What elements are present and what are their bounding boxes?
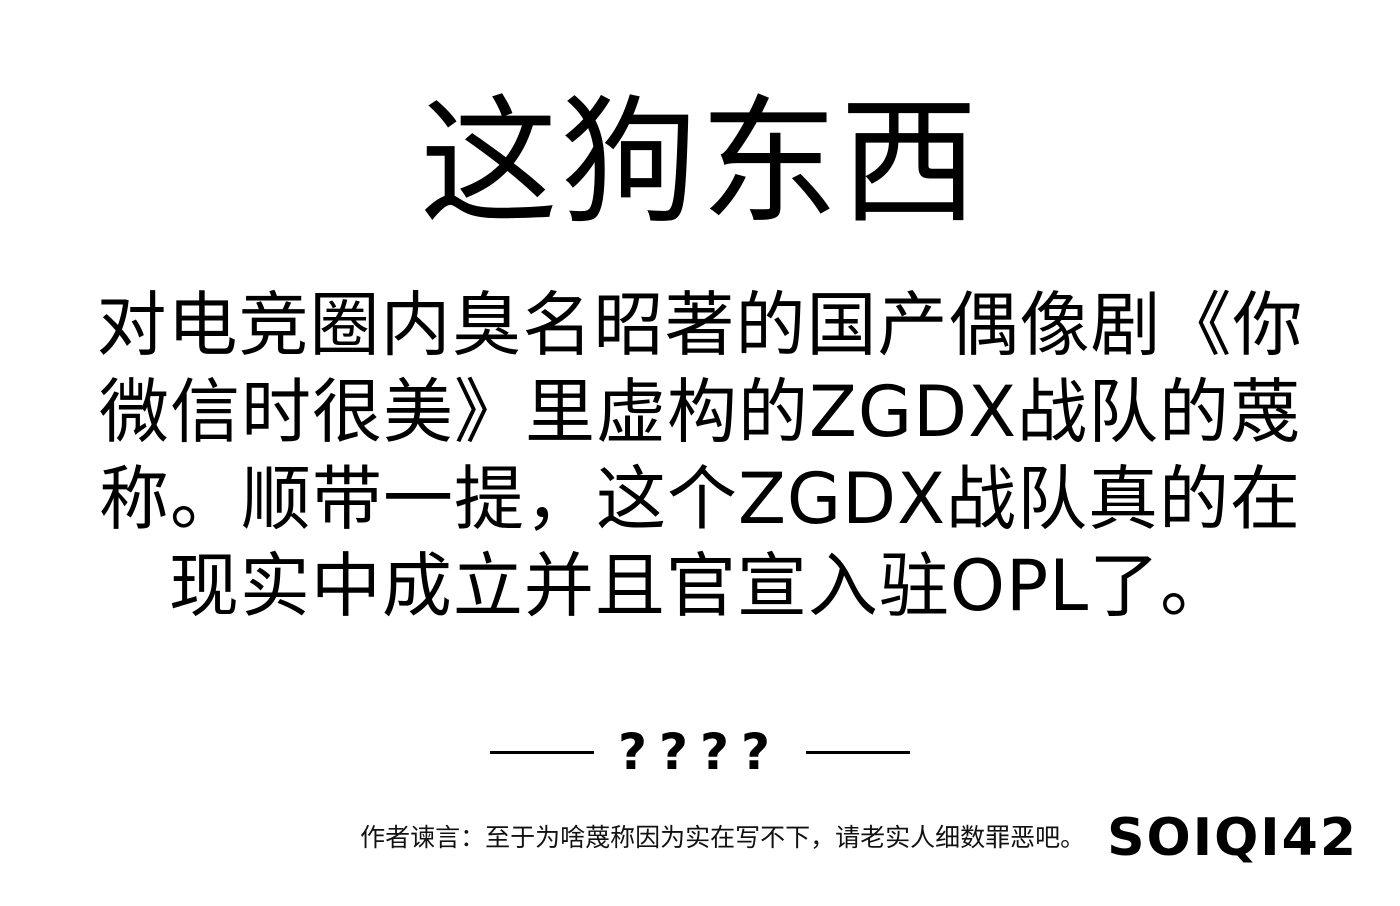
- entry-title: 这狗东西: [419, 82, 980, 243]
- signature-row: ????: [0, 722, 1400, 782]
- author-note: 作者谏言：至于为啥蔑称因为实在写不下，请老实人细数罪恶吧。: [360, 823, 1086, 852]
- right-dash-divider: [806, 750, 910, 754]
- definition-line: 微信时很美》里虚构的ZGDX战队的蔑: [98, 371, 1302, 453]
- entry-code: SOIQI42: [1107, 808, 1358, 868]
- definition-line: 对电竞圈内臭名昭著的国产偶像剧《你: [96, 284, 1304, 366]
- definition-text: 对电竞圈内臭名昭著的国产偶像剧《你 微信时很美》里虚构的ZGDX战队的蔑 称。顺…: [70, 282, 1330, 630]
- footer: 作者谏言：至于为啥蔑称因为实在写不下，请老实人细数罪恶吧。 SOIQI42: [0, 808, 1358, 868]
- definition-line: 现实中成立并且官宣入驻OPL了。: [168, 545, 1232, 627]
- author-signature: ????: [617, 723, 782, 781]
- definition-line: 称。顺带一提，这个ZGDX战队真的在: [98, 458, 1302, 540]
- left-dash-divider: [489, 750, 594, 754]
